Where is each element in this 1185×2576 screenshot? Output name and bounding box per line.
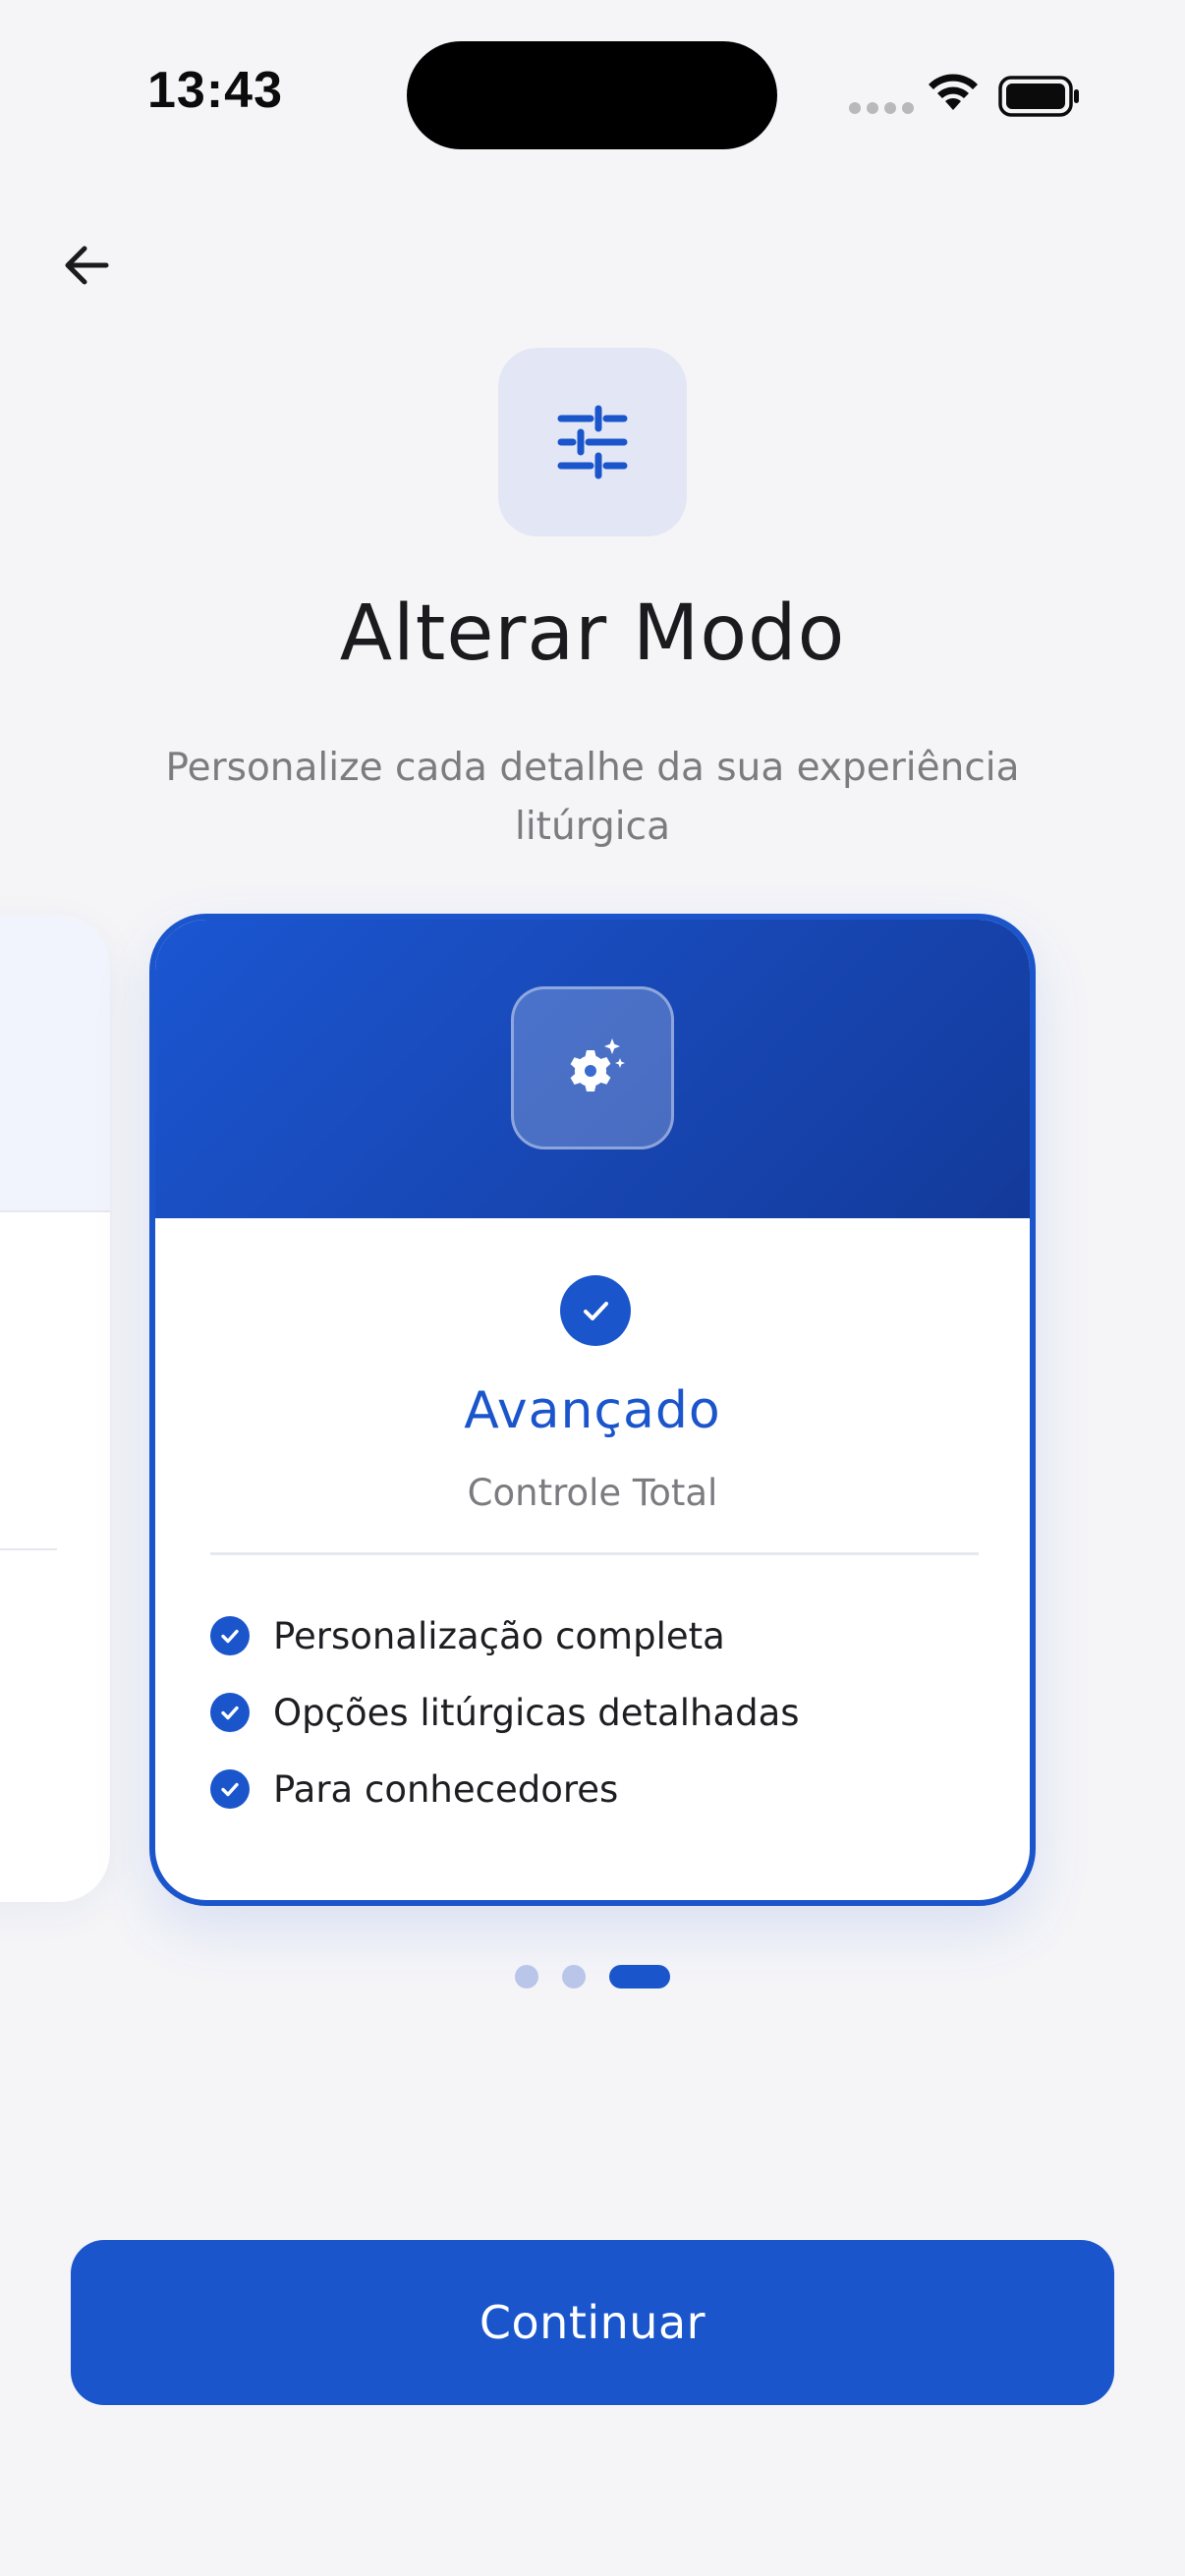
wifi-icon xyxy=(929,74,978,110)
header-icon-tile xyxy=(498,348,687,536)
dynamic-island xyxy=(407,41,777,149)
cellular-signal-icon xyxy=(849,102,914,114)
page-title: Alterar Modo xyxy=(339,589,846,678)
check-circle-icon xyxy=(210,1616,250,1655)
divider xyxy=(210,1552,979,1555)
status-time: 13:43 xyxy=(147,62,283,119)
continue-button[interactable]: Continuar xyxy=(71,2240,1114,2405)
arrow-left-icon xyxy=(65,246,109,285)
sliders-icon xyxy=(557,405,628,479)
mode-carousel[interactable]: Avançado Controle Total Personalização c… xyxy=(0,904,1185,1926)
feature-item: Personalização completa xyxy=(210,1597,800,1674)
page-dot-1[interactable] xyxy=(515,1965,538,1988)
selected-check-icon xyxy=(560,1275,631,1346)
page-dot-3-active[interactable] xyxy=(609,1965,670,1988)
card-header xyxy=(0,916,110,1210)
feature-label: Para conhecedores xyxy=(273,1767,619,1811)
mode-card-advanced[interactable]: Avançado Controle Total Personalização c… xyxy=(149,914,1036,1906)
card-title: Avançado xyxy=(464,1381,721,1440)
feature-label: Personalização completa xyxy=(273,1614,725,1657)
divider xyxy=(0,1548,57,1550)
feature-item: Para conhecedores xyxy=(210,1751,800,1827)
gear-sparkle-icon xyxy=(570,1038,625,1092)
check-circle-icon xyxy=(210,1769,250,1809)
feature-list: Personalização completa Opções litúrgica… xyxy=(210,1597,800,1827)
card-header xyxy=(155,920,1030,1218)
feature-label: Opções litúrgicas detalhadas xyxy=(273,1691,800,1734)
battery-icon xyxy=(998,76,1079,117)
divider xyxy=(0,1210,110,1212)
card-subtitle: Controle Total xyxy=(467,1472,718,1514)
check-circle-icon xyxy=(210,1693,250,1732)
page-dot-2[interactable] xyxy=(562,1965,586,1988)
back-button[interactable] xyxy=(47,226,126,305)
pagination-dots xyxy=(0,1965,1185,1988)
feature-item: Opções litúrgicas detalhadas xyxy=(210,1674,800,1751)
mode-card-previous[interactable] xyxy=(0,916,110,1902)
card-icon-tile xyxy=(511,986,674,1149)
page-subtitle: Personalize cada detalhe da sua experiên… xyxy=(165,746,1020,849)
change-mode-screen: 13:43 Alterar Modo Personalize cada deta… xyxy=(0,0,1185,2576)
